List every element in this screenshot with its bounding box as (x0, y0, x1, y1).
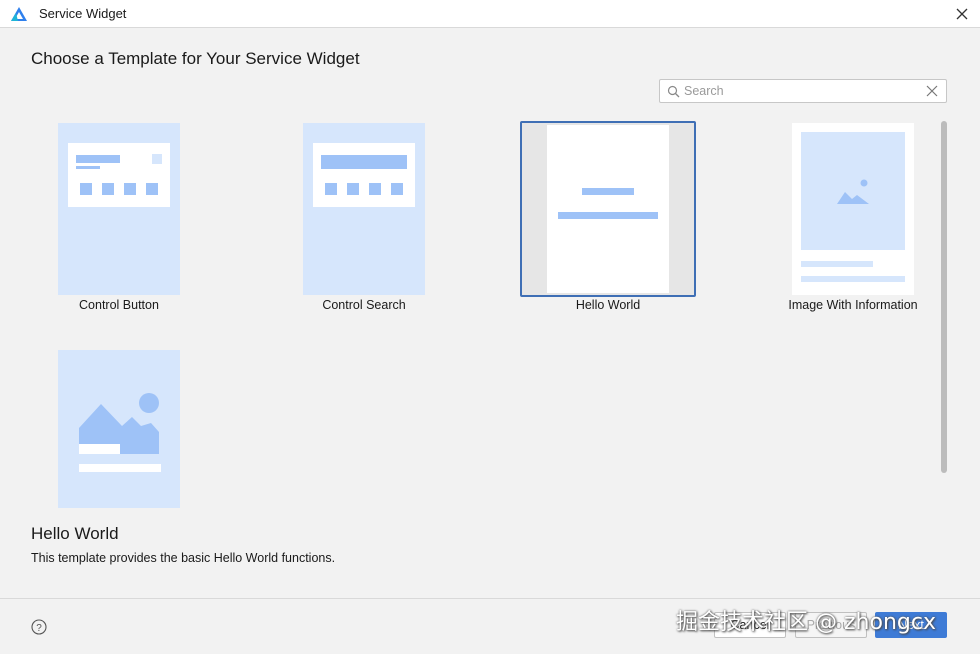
template-thumbnail (547, 125, 669, 293)
previous-button[interactable]: Previous (795, 612, 867, 638)
template-control-search[interactable]: Control Search (303, 123, 425, 313)
search-box[interactable] (659, 79, 947, 103)
page-title: Choose a Template for Your Service Widge… (31, 49, 360, 68)
search-input[interactable] (684, 82, 920, 100)
template-thumbnail (792, 123, 914, 295)
template-detail-title: Hello World (31, 524, 119, 543)
template-label: Control Button (79, 298, 159, 312)
template-image[interactable] (58, 350, 180, 508)
template-detail-description: This template provides the basic Hello W… (31, 551, 336, 565)
scrollbar-thumb[interactable] (941, 121, 947, 473)
search-icon (667, 85, 680, 98)
template-hello-world[interactable]: Hello World (520, 121, 696, 313)
template-control-button[interactable]: Control Button (58, 123, 180, 313)
window-title: Service Widget (39, 6, 127, 21)
next-button[interactable]: Next (875, 612, 947, 638)
svg-text:?: ? (36, 623, 42, 634)
template-label: Image With Information (788, 298, 918, 312)
help-icon[interactable]: ? (31, 619, 47, 635)
template-thumbnail (303, 123, 425, 295)
template-label: Hello World (575, 298, 641, 312)
footer-divider (0, 598, 980, 599)
template-thumbnail (58, 350, 180, 508)
title-bar: Service Widget (0, 0, 980, 28)
clear-icon[interactable] (926, 85, 938, 97)
cancel-button[interactable]: Cancel (714, 612, 786, 638)
template-label: Control Search (322, 298, 406, 312)
app-logo-icon (11, 7, 27, 21)
template-image-with-information[interactable]: Image With Information (780, 123, 926, 313)
close-icon[interactable] (952, 4, 972, 24)
template-thumbnail (58, 123, 180, 295)
